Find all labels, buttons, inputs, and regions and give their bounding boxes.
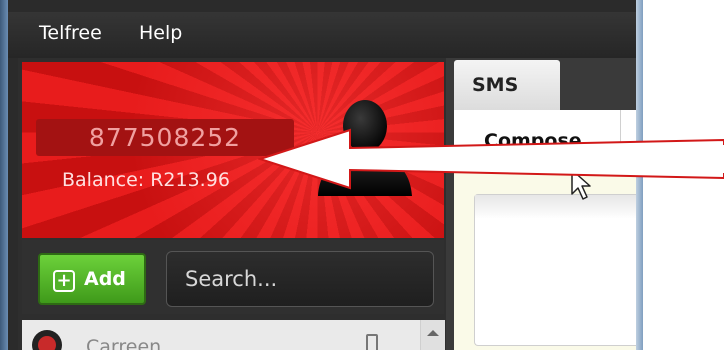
search-placeholder: Search...	[185, 267, 278, 291]
menu-item-help[interactable]: Help	[139, 22, 182, 44]
contact-list-scrollbar[interactable]	[420, 320, 445, 350]
textarea-shade	[475, 195, 643, 219]
balance-label: Balance: R213.96	[62, 169, 230, 191]
add-button[interactable]: + Add	[38, 253, 146, 305]
plus-icon: +	[53, 270, 75, 292]
contact-avatar-icon	[32, 330, 62, 350]
scroll-up-icon[interactable]	[427, 330, 439, 336]
window-border-left	[0, 0, 8, 350]
pin-icon[interactable]	[366, 334, 378, 350]
contact-list: Carreen	[22, 320, 420, 350]
tab-sms[interactable]: SMS	[454, 60, 560, 110]
search-input[interactable]: Search...	[166, 251, 434, 307]
tab-sms-label: SMS	[472, 74, 519, 96]
annotation-arrow-icon	[258, 128, 724, 190]
menu-item-telfree[interactable]: Telfree	[39, 22, 102, 44]
message-textarea[interactable]	[474, 194, 643, 346]
account-number: 877508252	[88, 123, 242, 152]
account-number-box: 877508252	[36, 119, 294, 156]
contact-name: Carreen	[86, 336, 162, 350]
menu-bar: Telfree Help	[8, 12, 643, 58]
contact-avatar-inner	[38, 336, 56, 350]
add-button-label: Add	[84, 268, 126, 290]
